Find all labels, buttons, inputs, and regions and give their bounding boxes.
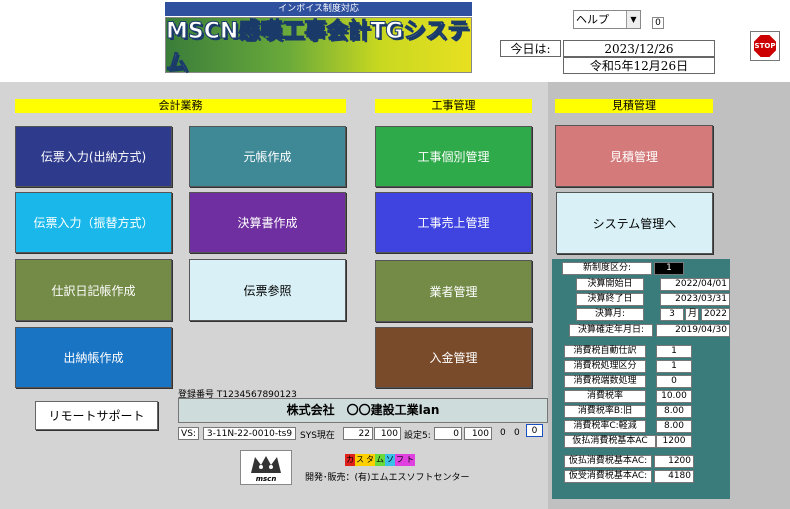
fiscal-confirm-value: 2019/04/30 [656, 324, 730, 337]
slip-reference-button[interactable]: 伝票参照 [189, 259, 346, 321]
fiscal-start-value: 2022/04/01 [660, 278, 730, 291]
construction-sales-button[interactable]: 工事売上管理 [375, 192, 532, 253]
tax-refund-value: 1200 [656, 435, 692, 448]
mscn-logo-text: mscn [255, 474, 277, 483]
tax-rate-value: 10.00 [656, 390, 692, 403]
help-select[interactable]: ヘルプ ▼ [573, 10, 641, 29]
strip-char: ム [375, 454, 385, 466]
stop-button[interactable]: STOP [750, 31, 780, 61]
temp-pay-value: 1200 [654, 455, 694, 468]
section-construction: 工事管理 [375, 99, 532, 113]
construction-individual-button[interactable]: 工事個別管理 [375, 126, 532, 187]
new-system-label: 新制度区分: [562, 262, 652, 275]
setting-value-3: 0 [500, 428, 506, 438]
system-management-button[interactable]: システム管理へ [556, 192, 713, 254]
estimate-button[interactable]: 見積管理 [555, 125, 713, 187]
tax-process-value: 1 [656, 360, 692, 373]
tax-process-label: 消費税処理区分 [564, 360, 646, 373]
settings-info-panel: 新制度区分: 1 決算開始日 2022/04/01 決算終了日 2023/03/… [552, 259, 730, 499]
fiscal-month-label: 決算月: [576, 308, 644, 321]
remote-support-button[interactable]: リモートサポート [35, 401, 158, 430]
fiscal-end-label: 決算終了日 [576, 293, 644, 306]
slip-entry-cash-button[interactable]: 伝票入力(出納方式) [15, 126, 172, 187]
fiscal-end-value: 2023/03/31 [660, 293, 730, 306]
temp-recv-value: 4180 [654, 470, 694, 483]
slip-entry-transfer-button[interactable]: 伝票入力（振替方式） [15, 192, 172, 253]
setting-value-5[interactable]: 0 [526, 424, 543, 437]
mscn-logo: mscn [240, 450, 292, 485]
sys-label: SYS現在 [300, 431, 335, 441]
company-name: 株式会社 〇〇建設工業lan [178, 398, 548, 423]
fiscal-year-value: 2022 [701, 308, 730, 321]
fiscal-confirm-label: 決算確定年月日: [569, 324, 653, 337]
tax-round-label: 消費税端数処理 [564, 375, 646, 388]
strip-char: ス [355, 454, 365, 466]
setting-label: 設定5: [404, 431, 431, 441]
temp-recv-label: 仮受消費税基本AC: [564, 470, 652, 483]
strip-char: カ [345, 454, 355, 466]
cashbook-button[interactable]: 出納帳作成 [15, 327, 172, 388]
new-system-value: 1 [654, 262, 684, 275]
strip-char: タ [365, 454, 375, 466]
section-accounting: 会計業務 [15, 99, 346, 113]
tax-refund-label: 仮払消費税基本AC [564, 435, 656, 448]
ledger-button[interactable]: 元帳作成 [189, 126, 346, 187]
fiscal-start-label: 決算開始日 [576, 278, 644, 291]
fiscal-month-unit: 月 [685, 308, 699, 321]
today-label: 今日は: [500, 40, 561, 57]
custom-soft-strip: カ ス タ ム ソ フ ト [345, 454, 415, 466]
financial-statements-button[interactable]: 決算書作成 [189, 192, 346, 253]
sys-value-1: 22 [343, 427, 373, 440]
app-logo: MSCN感嘆工事会計TGシステム [165, 17, 472, 77]
strip-char: ト [405, 454, 415, 466]
section-estimate: 見積管理 [555, 99, 713, 113]
sys-value-2: 100 [374, 427, 401, 440]
chevron-down-icon[interactable]: ▼ [626, 11, 640, 28]
tax-rate-c-value: 8.00 [656, 420, 692, 433]
developer-credit: 開発･販売：(有)エムエスソフトセンター [305, 473, 470, 483]
setting-value-2: 100 [464, 427, 492, 440]
journal-button[interactable]: 仕訳日記帳作成 [15, 259, 172, 321]
help-count-badge: 0 [652, 17, 664, 29]
version-field: 3-11N-22-0010-ts9 [203, 427, 296, 440]
vendor-management-button[interactable]: 業者管理 [375, 260, 532, 322]
tax-rate-b-label: 消費税率B:旧 [564, 405, 646, 418]
setting-value-1: 0 [434, 427, 462, 440]
help-select-value: ヘルプ [576, 13, 609, 26]
date-western: 2023/12/26 [563, 40, 715, 57]
deposit-management-button[interactable]: 入金管理 [375, 327, 532, 388]
tax-round-value: 0 [656, 375, 692, 388]
strip-char: フ [395, 454, 405, 466]
setting-value-4: 0 [514, 428, 520, 438]
cat-logo-icon [251, 455, 281, 473]
tax-rate-label: 消費税率 [564, 390, 646, 403]
tax-rate-b-value: 8.00 [656, 405, 692, 418]
stop-sign-icon: STOP [754, 35, 776, 57]
strip-char: ソ [385, 454, 395, 466]
date-japanese: 令和5年12月26日 [563, 57, 715, 74]
app-logo-text: MSCN感嘆工事会計TGシステム [166, 19, 470, 77]
fiscal-month-value: 3 [660, 308, 684, 321]
tax-auto-label: 消費税自動仕訳 [564, 345, 646, 358]
temp-pay-label: 仮払消費税基本AC: [564, 455, 652, 468]
tax-auto-value: 1 [656, 345, 692, 358]
vs-label: VS: [178, 427, 199, 440]
tax-rate-c-label: 消費税率C:軽減 [564, 420, 646, 433]
